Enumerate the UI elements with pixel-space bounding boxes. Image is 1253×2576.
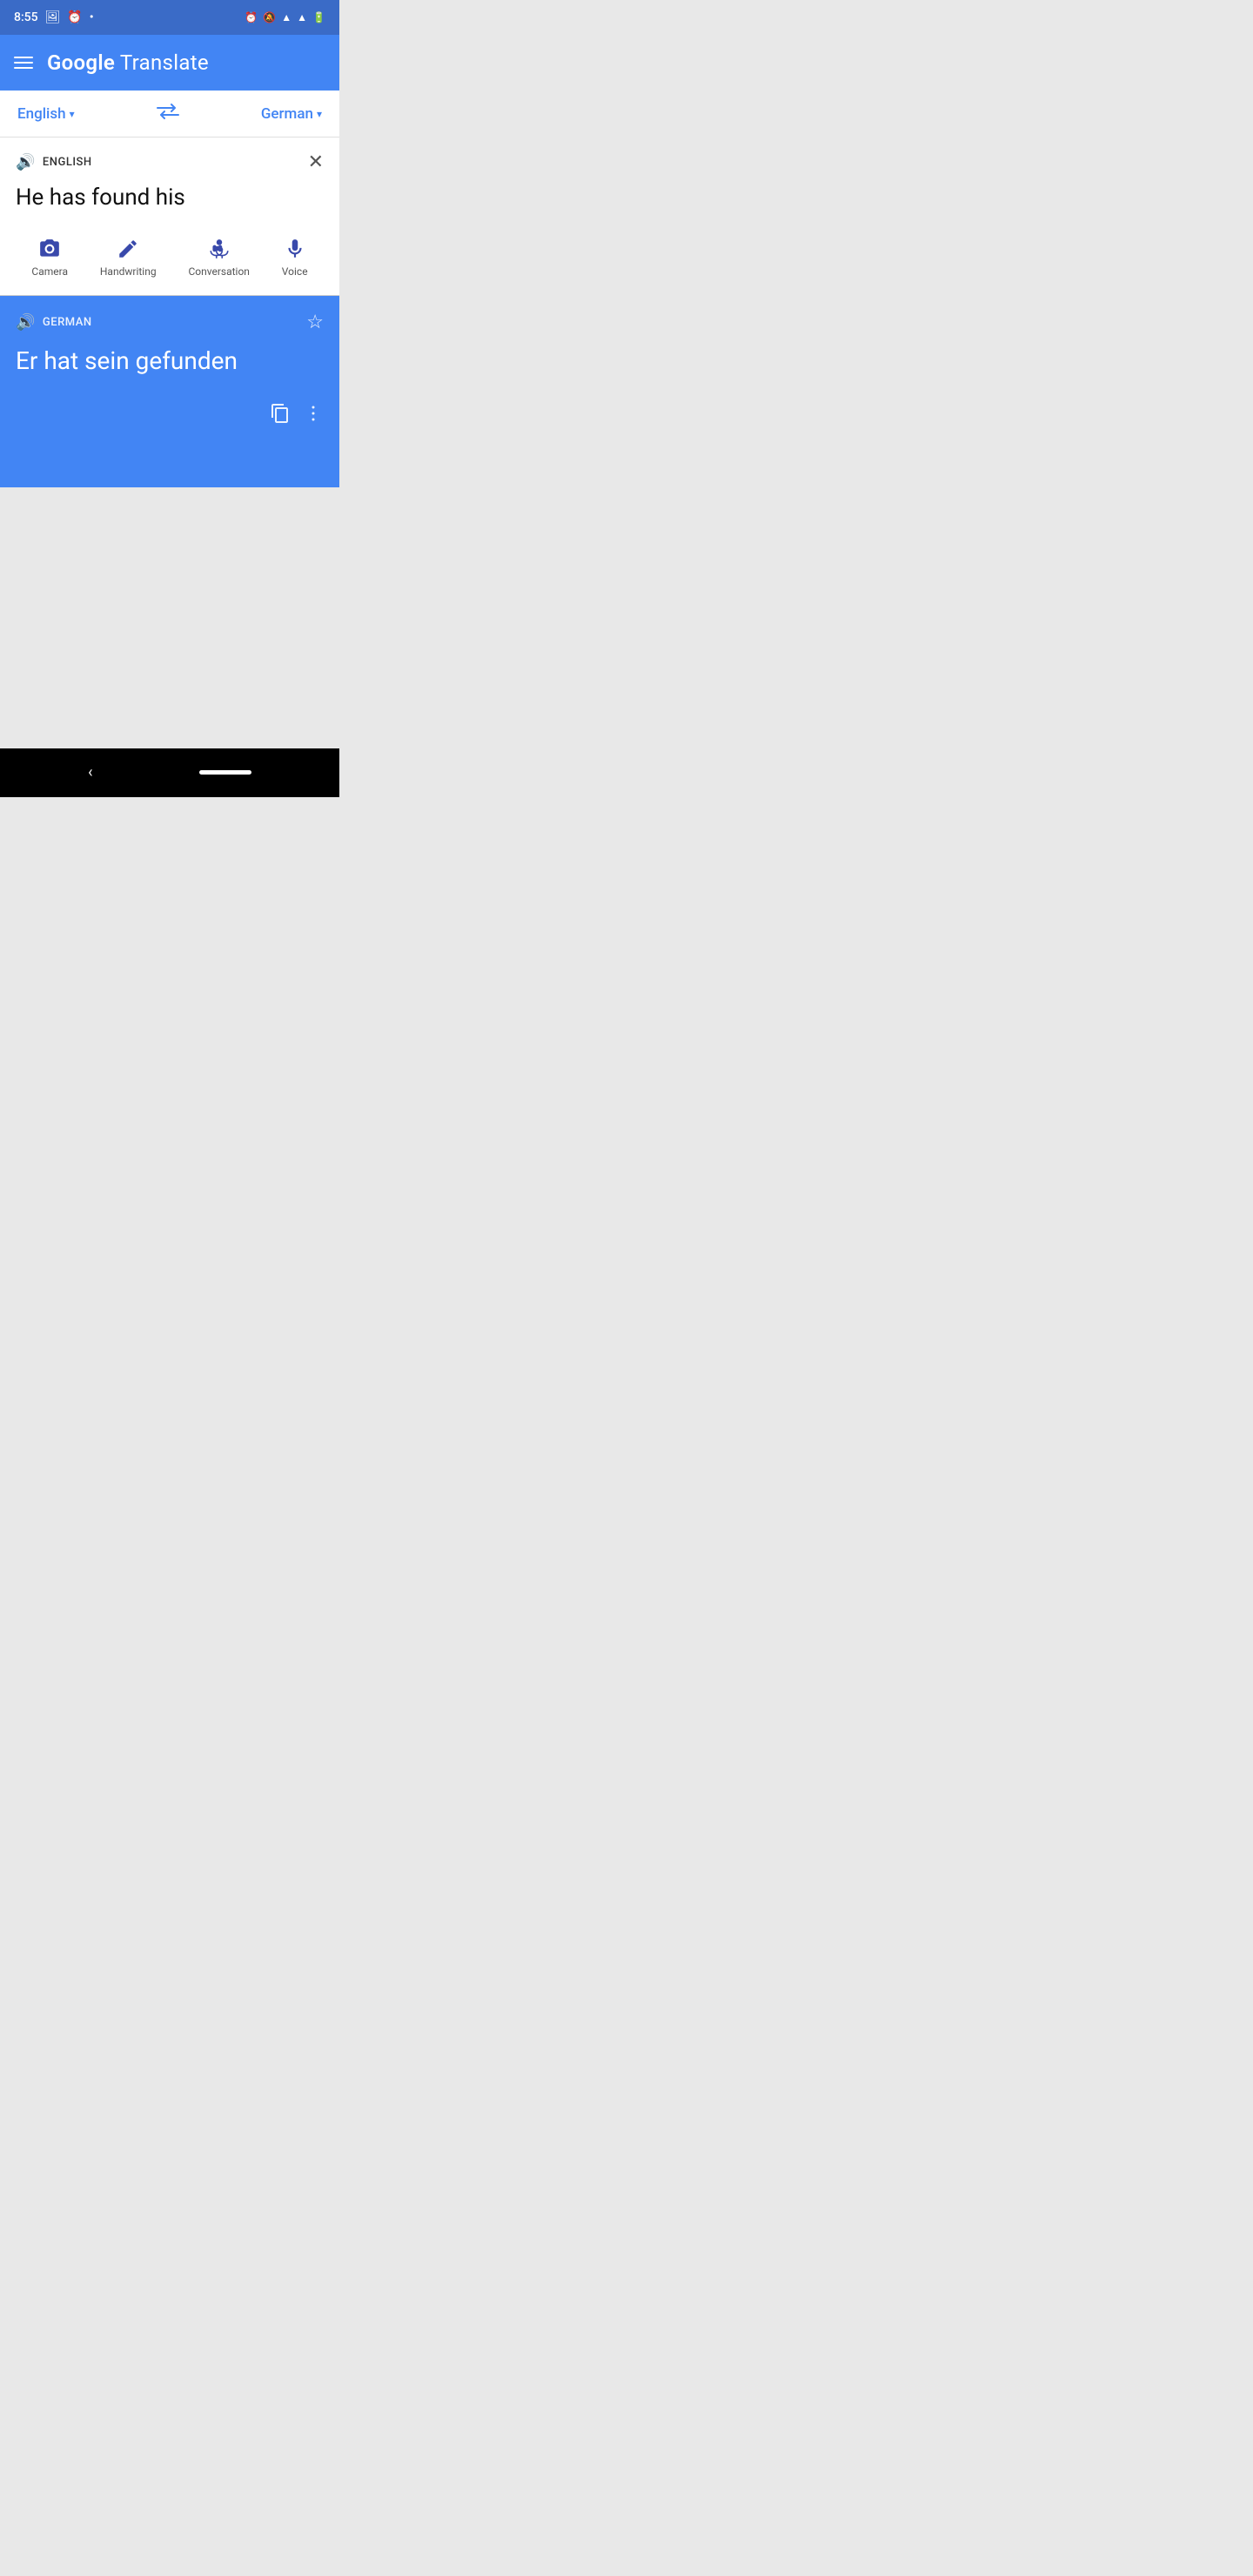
source-language-button[interactable]: English ▾ (17, 105, 75, 123)
mute-icon: 🔕 (263, 11, 276, 23)
translation-lang-text: GERMAN (43, 316, 92, 329)
translation-actions (16, 403, 324, 429)
app-title: Google Translate (47, 50, 209, 75)
status-bar: 8:55 🖼 ⏰ • ⏰ 🔕 ▲ ▲ 🔋 (0, 0, 339, 35)
source-language-label: English (17, 105, 66, 123)
translation-header: 🔊 GERMAN ☆ (16, 312, 324, 333)
input-section: 🔊 ENGLISH ✕ He has found his Camera Hand… (0, 138, 339, 296)
camera-tool-button[interactable]: Camera (31, 238, 68, 278)
input-lang-label: 🔊 ENGLISH (16, 153, 92, 171)
dot-indicator: • (90, 10, 94, 24)
input-text[interactable]: He has found his (16, 184, 324, 213)
status-time: 8:55 (14, 10, 38, 24)
photo-icon: 🖼 (45, 10, 61, 24)
input-header: 🔊 ENGLISH ✕ (16, 151, 324, 173)
more-options-button[interactable] (303, 403, 324, 429)
translated-text: Er hat sein gefunden (16, 345, 324, 377)
app-title-google: Google (47, 50, 115, 75)
signal-icon: ▲ (297, 11, 307, 23)
voice-tool-button[interactable]: Voice (282, 238, 308, 278)
conversation-tool-button[interactable]: Conversation (188, 238, 249, 278)
input-speaker-icon[interactable]: 🔊 (16, 153, 36, 171)
language-bar: English ▾ German ▾ (0, 91, 339, 138)
target-language-chevron: ▾ (317, 108, 322, 120)
translation-section: 🔊 GERMAN ☆ Er hat sein gefunden (0, 296, 339, 487)
favorite-button[interactable]: ☆ (306, 312, 324, 333)
status-left: 8:55 🖼 ⏰ • (14, 10, 94, 24)
camera-icon (38, 238, 61, 260)
copy-button[interactable] (270, 403, 291, 429)
app-title-translate: Translate (115, 50, 209, 75)
app-bar: Google Translate (0, 35, 339, 91)
target-language-label: German (261, 105, 313, 123)
navigation-bar: ‹ (0, 748, 339, 797)
clear-input-button[interactable]: ✕ (308, 151, 324, 173)
status-right: ⏰ 🔕 ▲ ▲ 🔋 (245, 11, 325, 23)
source-language-chevron: ▾ (70, 108, 75, 120)
voice-label: Voice (282, 265, 308, 278)
wifi-icon: ▲ (281, 11, 291, 23)
handwriting-label: Handwriting (100, 265, 157, 278)
conversation-label: Conversation (188, 265, 249, 278)
voice-icon (284, 238, 306, 260)
handwriting-icon (117, 238, 139, 260)
battery-icon: 🔋 (312, 11, 325, 23)
input-lang-text: ENGLISH (43, 156, 92, 169)
swap-languages-button[interactable] (156, 103, 180, 124)
alarm-right-icon: ⏰ (245, 11, 258, 23)
translation-lang-label: 🔊 GERMAN (16, 313, 92, 332)
input-tools: Camera Handwriting (16, 231, 324, 281)
home-indicator[interactable] (199, 770, 251, 775)
back-button[interactable]: ‹ (88, 763, 92, 782)
translation-speaker-icon[interactable]: 🔊 (16, 313, 36, 332)
camera-label: Camera (31, 265, 68, 278)
conversation-icon (208, 238, 231, 260)
gray-area (0, 487, 339, 748)
menu-button[interactable] (14, 57, 33, 69)
handwriting-tool-button[interactable]: Handwriting (100, 238, 157, 278)
alarm-icon: ⏰ (67, 10, 82, 24)
target-language-button[interactable]: German ▾ (261, 105, 322, 123)
